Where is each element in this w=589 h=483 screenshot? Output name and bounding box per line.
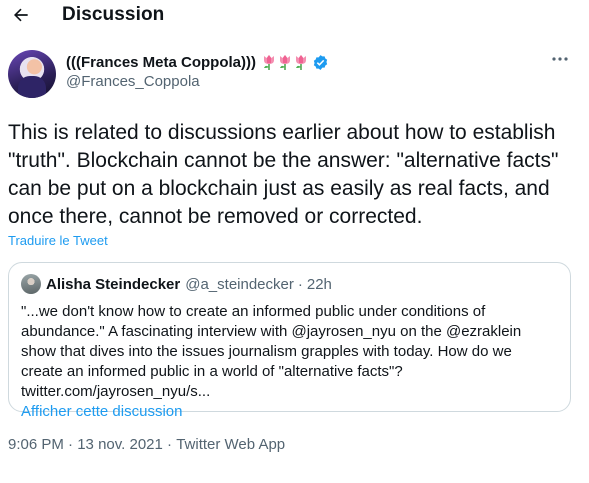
quoted-author-name: Alisha Steindecker [46,275,181,293]
author-display-name[interactable]: (((Frances Meta Coppola))) [66,54,256,71]
tweet-text: This is related to discussions earlier a… [8,121,559,228]
display-name-row: (((Frances Meta Coppola))) [66,52,329,72]
translate-tweet-link[interactable]: Traduire le Tweet [8,233,108,248]
separator-dot: · [68,436,74,453]
tweet-author-row: (((Frances Meta Coppola))) @Frances_Copp… [8,50,581,102]
quoted-author-avatar [21,274,41,294]
quoted-author-handle: @a_steindecker [185,275,294,293]
arrow-left-icon [14,8,28,22]
tulip-emojis [262,54,308,70]
quoted-tweet-time: 22h [306,275,332,293]
separator-dot: · [297,275,303,293]
tweet-time[interactable]: 9:06 PM [8,436,64,453]
tweet-meta-line: 9:06 PM · 13 nov. 2021 · Twitter Web App [8,436,581,453]
tweet-date[interactable]: 13 nov. 2021 [77,436,163,453]
page-title: Discussion [62,4,165,25]
quoted-tweet-card[interactable]: Alisha Steindecker @a_steindecker · 22h … [8,262,571,420]
author-meta: (((Frances Meta Coppola))) @Frances_Copp… [66,52,329,90]
tweet: (((Frances Meta Coppola))) @Frances_Copp… [0,50,589,453]
tulip-icon [264,55,275,70]
show-thread-link[interactable]: Afficher cette discussion [21,403,182,420]
verified-badge-icon [313,54,328,70]
quoted-tweet-header: Alisha Steindecker @a_steindecker · 22h [21,274,558,294]
back-button[interactable] [10,4,32,26]
author-handle[interactable]: @Frances_Coppola [66,73,329,90]
separator-dot: · [167,436,173,453]
tulip-icon [296,55,307,70]
tweet-source[interactable]: Twitter Web App [176,436,285,453]
top-bar: Discussion [0,0,589,30]
author-avatar[interactable] [8,50,56,98]
more-horizontal-icon [552,57,568,61]
quoted-tweet-text: "...we don't know how to create an infor… [21,303,522,400]
more-options-button[interactable] [549,50,571,68]
tulip-icon [280,55,291,70]
